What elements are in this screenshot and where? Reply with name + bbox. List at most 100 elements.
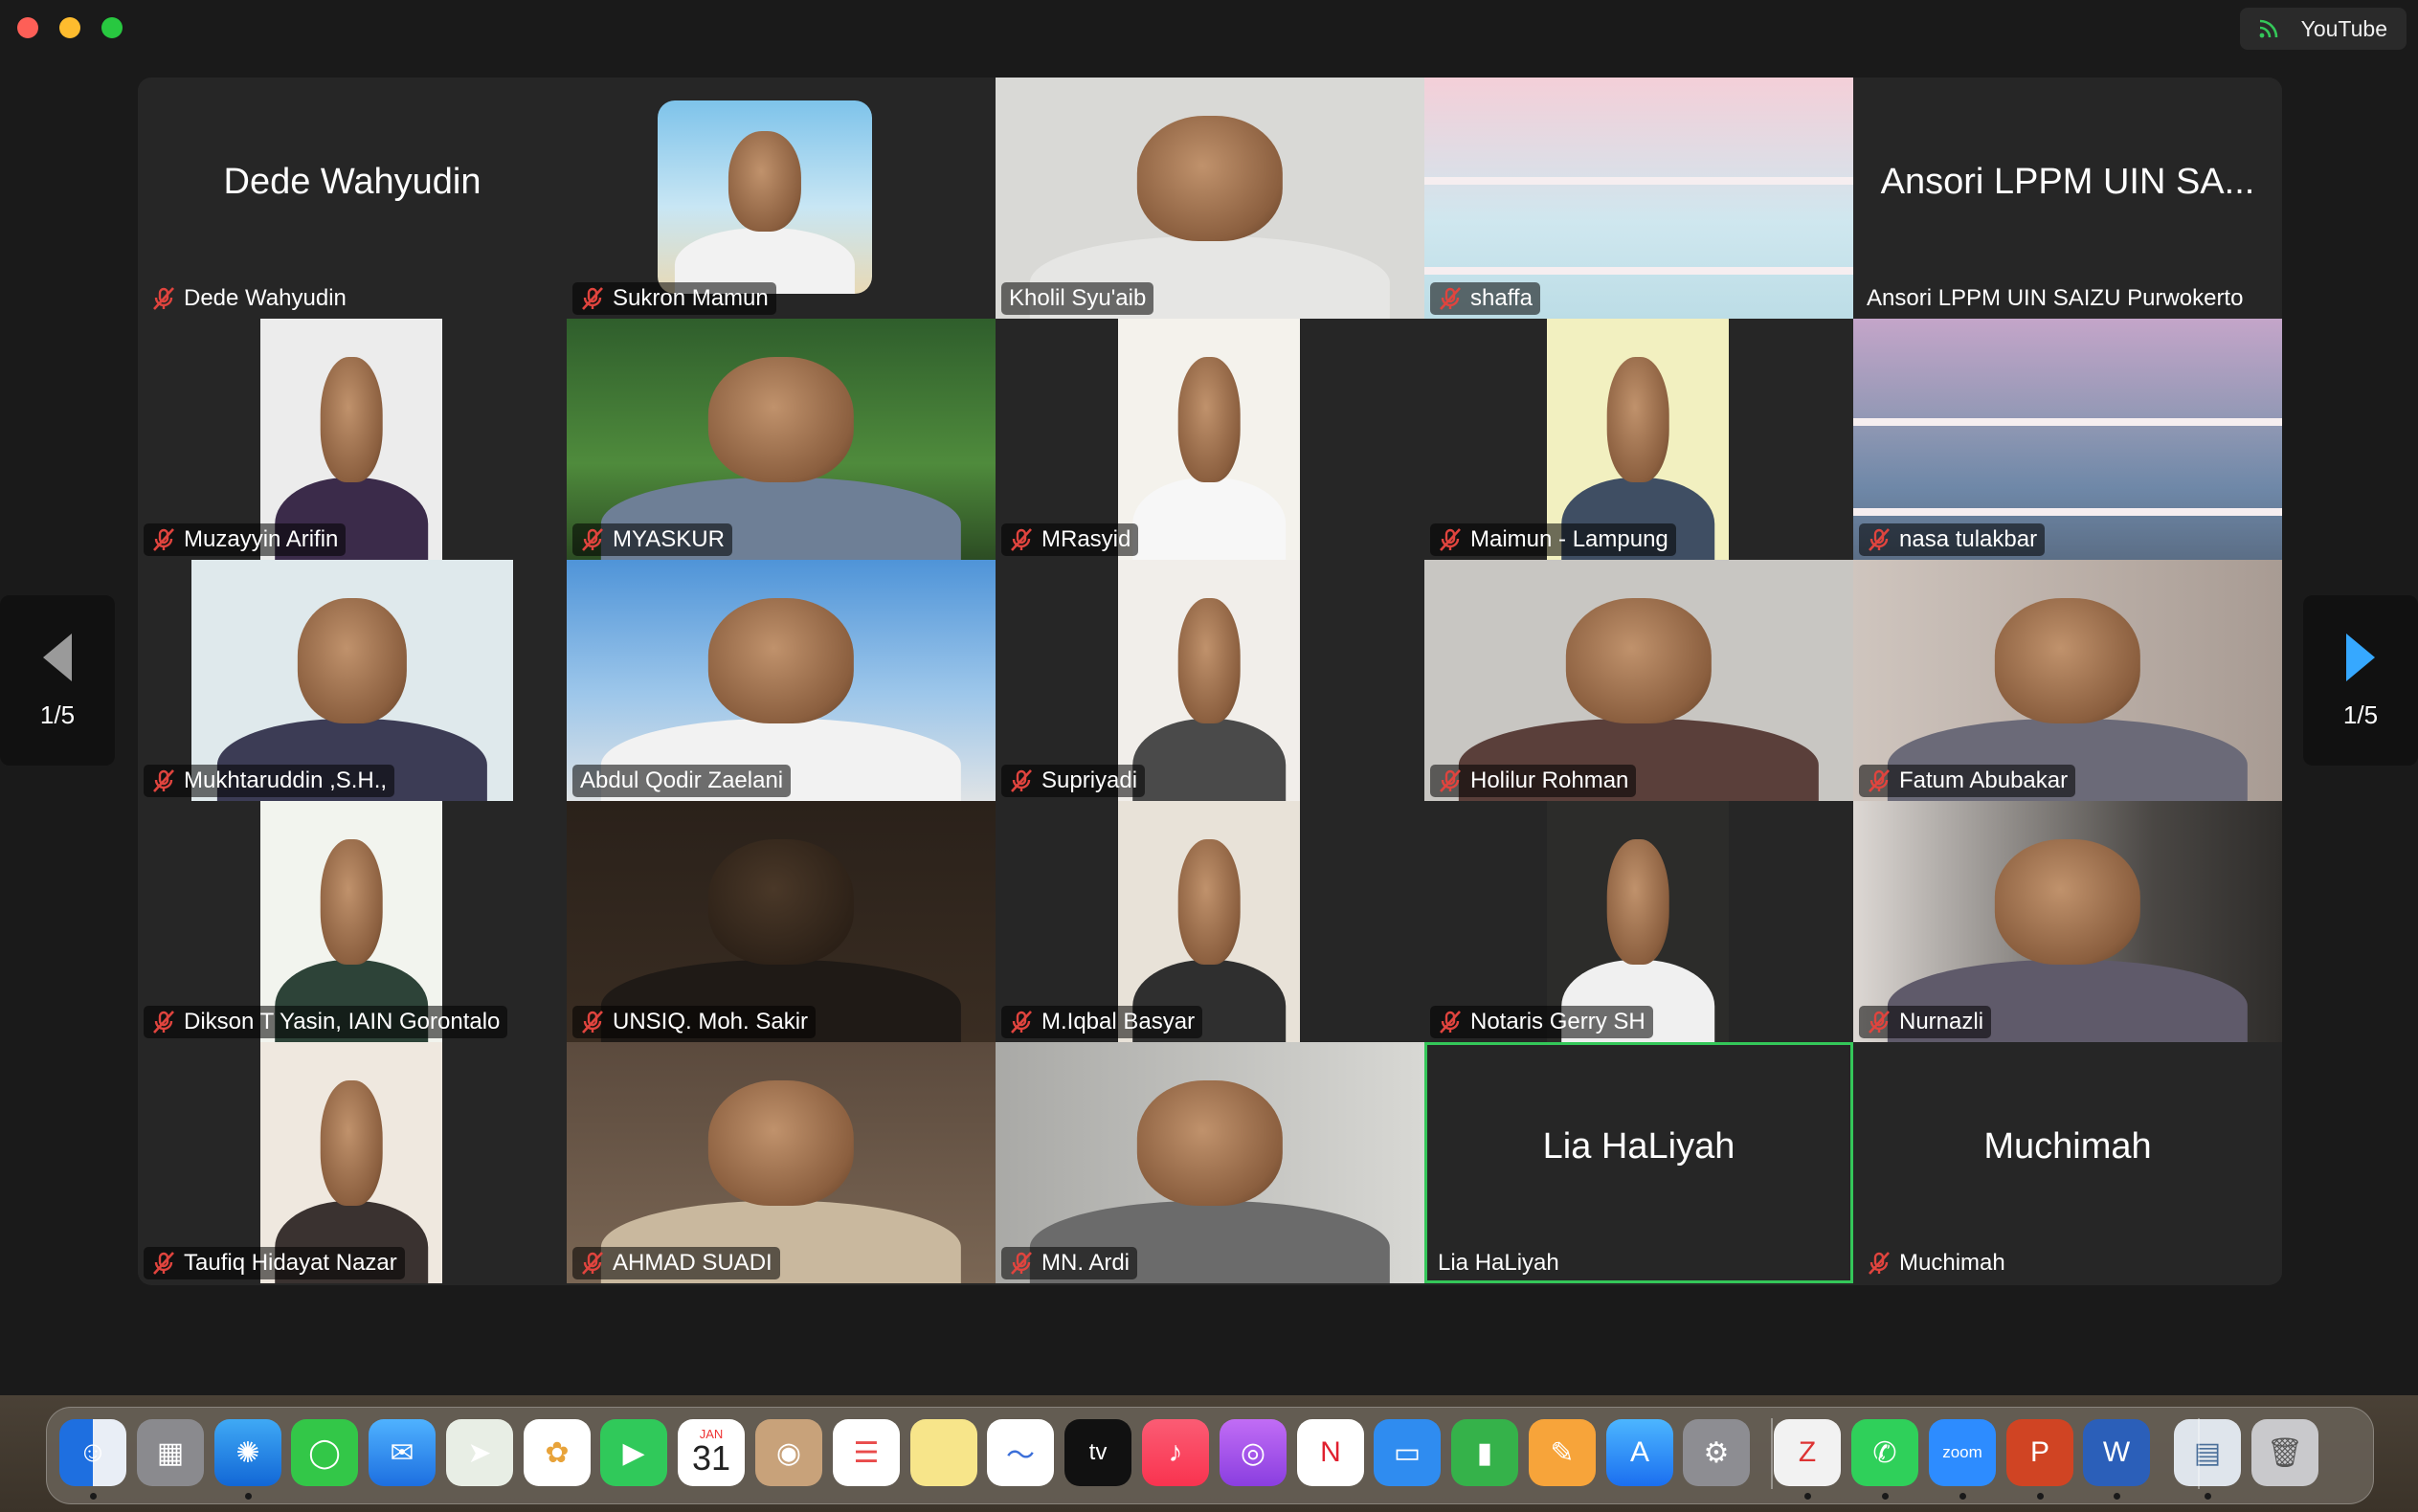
reminders-icon[interactable]: ☰ (833, 1419, 900, 1486)
microphone-muted-icon (1869, 769, 1890, 792)
participant-tile[interactable]: Nurnazli (1853, 801, 2282, 1042)
participant-tile[interactable]: Muchimah Muchimah (1853, 1042, 2282, 1283)
microphone-muted-icon (1440, 528, 1461, 551)
participant-tile[interactable]: Supriyadi (996, 560, 1424, 801)
pages-icon[interactable]: ✎ (1529, 1419, 1596, 1486)
launchpad-icon[interactable]: ▦ (137, 1419, 204, 1486)
apple-tv-label: tv (1088, 1439, 1108, 1465)
close-window-button[interactable] (17, 17, 38, 38)
participant-tile[interactable]: Kholil Syu'aib (996, 78, 1424, 319)
running-indicator (2114, 1493, 2120, 1500)
safari-icon[interactable]: ✺ (214, 1419, 281, 1486)
microphone-muted-icon (1011, 1011, 1032, 1034)
system-settings-icon[interactable]: ⚙ (1683, 1419, 1750, 1486)
participant-tile[interactable]: shaffa (1424, 78, 1853, 319)
participant-face (1994, 839, 2141, 966)
word-icon[interactable]: W (2083, 1419, 2150, 1486)
finder-icon[interactable]: ☺ (59, 1419, 126, 1486)
participant-tile[interactable]: Abdul Qodir Zaelani (567, 560, 996, 801)
next-page-button[interactable]: 1/5 (2303, 595, 2418, 766)
participant-face (728, 131, 802, 233)
calendar-icon[interactable]: JAN 31 (678, 1419, 745, 1486)
participant-tile[interactable]: Notaris Gerry SH (1424, 801, 1853, 1042)
microphone-muted-icon (1440, 287, 1461, 310)
microphone-muted-icon (153, 528, 174, 551)
numbers-icon[interactable]: ▮ (1451, 1419, 1518, 1486)
microphone-muted-icon (1869, 528, 1890, 551)
participant-tile[interactable]: M.Iqbal Basyar (996, 801, 1424, 1042)
participant-video (1118, 319, 1300, 560)
participant-face (707, 839, 855, 966)
participant-tile[interactable]: Maimun - Lampung (1424, 319, 1853, 560)
participant-name-label: Dikson T Yasin, IAIN Gorontalo (144, 1006, 508, 1038)
participant-name-label: Ansori LPPM UIN SAIZU Purwokerto (1859, 282, 2250, 315)
participant-name-label: M.Iqbal Basyar (1001, 1006, 1203, 1038)
microphone-muted-icon (1011, 528, 1032, 551)
photos-icon[interactable]: ✿ (524, 1419, 591, 1486)
participant-tile[interactable]: AHMAD SUADI (567, 1042, 996, 1283)
microphone-muted-icon (1011, 1252, 1032, 1275)
participant-tile[interactable]: Mukhtaruddin ,S.H., (138, 560, 567, 801)
participant-tile[interactable]: MRasyid (996, 319, 1424, 560)
keynote-icon[interactable]: ▭ (1374, 1419, 1441, 1486)
news-icon[interactable]: N (1297, 1419, 1364, 1486)
participant-display-name: Ansori LPPM UIN SA... (1880, 162, 2255, 202)
participant-tile[interactable]: Dikson T Yasin, IAIN Gorontalo (138, 801, 567, 1042)
participant-name-label: UNSIQ. Moh. Sakir (572, 1006, 817, 1038)
participant-name: UNSIQ. Moh. Sakir (613, 1009, 809, 1034)
running-indicator (2205, 1493, 2211, 1500)
participant-tile[interactable]: Holilur Rohman (1424, 560, 1853, 801)
participant-tile[interactable]: Lia HaLiyah Lia HaLiyah (1424, 1042, 1853, 1283)
participant-tile[interactable]: Sukron Mamun (567, 78, 996, 319)
microphone-muted-icon (1440, 1011, 1461, 1034)
contacts-icon[interactable]: ◉ (755, 1419, 822, 1486)
messages-icon[interactable]: ◯ (291, 1419, 358, 1486)
running-indicator (90, 1493, 97, 1500)
zoom-icon[interactable]: zoom (1929, 1419, 1996, 1486)
freeform-icon[interactable]: 〜 (987, 1419, 1054, 1486)
participant-tile[interactable]: nasa tulakbar (1853, 319, 2282, 560)
whatsapp-icon[interactable]: ✆ (1851, 1419, 1918, 1486)
participant-face (1136, 1080, 1284, 1207)
participant-name: Taufiq Hidayat Nazar (184, 1250, 397, 1276)
participant-tile[interactable]: Taufiq Hidayat Nazar (138, 1042, 567, 1283)
decor-line (1424, 177, 1853, 185)
preview-icon[interactable]: ▤ (2174, 1419, 2241, 1486)
podcasts-icon[interactable]: ◎ (1220, 1419, 1287, 1486)
participant-name: Lia HaLiyah (1438, 1250, 1559, 1276)
mail-icon[interactable]: ✉ (369, 1419, 436, 1486)
youtube-label: YouTube (2300, 15, 2387, 41)
previous-page-button[interactable]: 1/5 (0, 595, 115, 766)
participant-tile[interactable]: Fatum Abubakar (1853, 560, 2282, 801)
participant-tile[interactable]: Muzayyin Arifin (138, 319, 567, 560)
participant-name: Supriyadi (1041, 767, 1138, 793)
participant-name-label: Kholil Syu'aib (1001, 282, 1154, 315)
microphone-muted-icon (153, 287, 174, 310)
participant-display-name: Muchimah (1983, 1126, 2152, 1167)
participant-tile[interactable]: Dede Wahyudin Dede Wahyudin (138, 78, 567, 319)
participant-tile[interactable]: Ansori LPPM UIN SA... Ansori LPPM UIN SAI… (1853, 78, 2282, 319)
participant-name-label: Maimun - Lampung (1430, 523, 1676, 556)
participant-tile[interactable]: MN. Ardi (996, 1042, 1424, 1283)
participant-display-name: Dede Wahyudin (223, 162, 481, 202)
participant-face (1565, 598, 1713, 724)
participant-tile[interactable]: MYASKUR (567, 319, 996, 560)
app-store-icon[interactable]: A (1606, 1419, 1673, 1486)
running-indicator (1882, 1493, 1889, 1500)
minimize-window-button[interactable] (59, 17, 80, 38)
participant-name-label: Lia HaLiyah (1430, 1247, 1567, 1279)
left-triangle-icon (43, 633, 72, 681)
participant-name: Maimun - Lampung (1470, 526, 1668, 552)
notes-icon[interactable] (910, 1419, 977, 1486)
zotero-icon[interactable]: Z (1774, 1419, 1841, 1486)
participant-tile[interactable]: UNSIQ. Moh. Sakir (567, 801, 996, 1042)
facetime-icon[interactable]: ▶ (600, 1419, 667, 1486)
apple-tv-icon[interactable]: tv (1064, 1419, 1131, 1486)
powerpoint-icon[interactable]: P (2006, 1419, 2073, 1486)
music-icon[interactable]: ♪ (1142, 1419, 1209, 1486)
youtube-live-indicator[interactable]: YouTube (2239, 8, 2407, 50)
maximize-window-button[interactable] (101, 17, 123, 38)
maps-icon[interactable]: ➤ (446, 1419, 513, 1486)
trash-icon[interactable]: 🗑 (2251, 1419, 2318, 1486)
participant-video (658, 100, 872, 294)
